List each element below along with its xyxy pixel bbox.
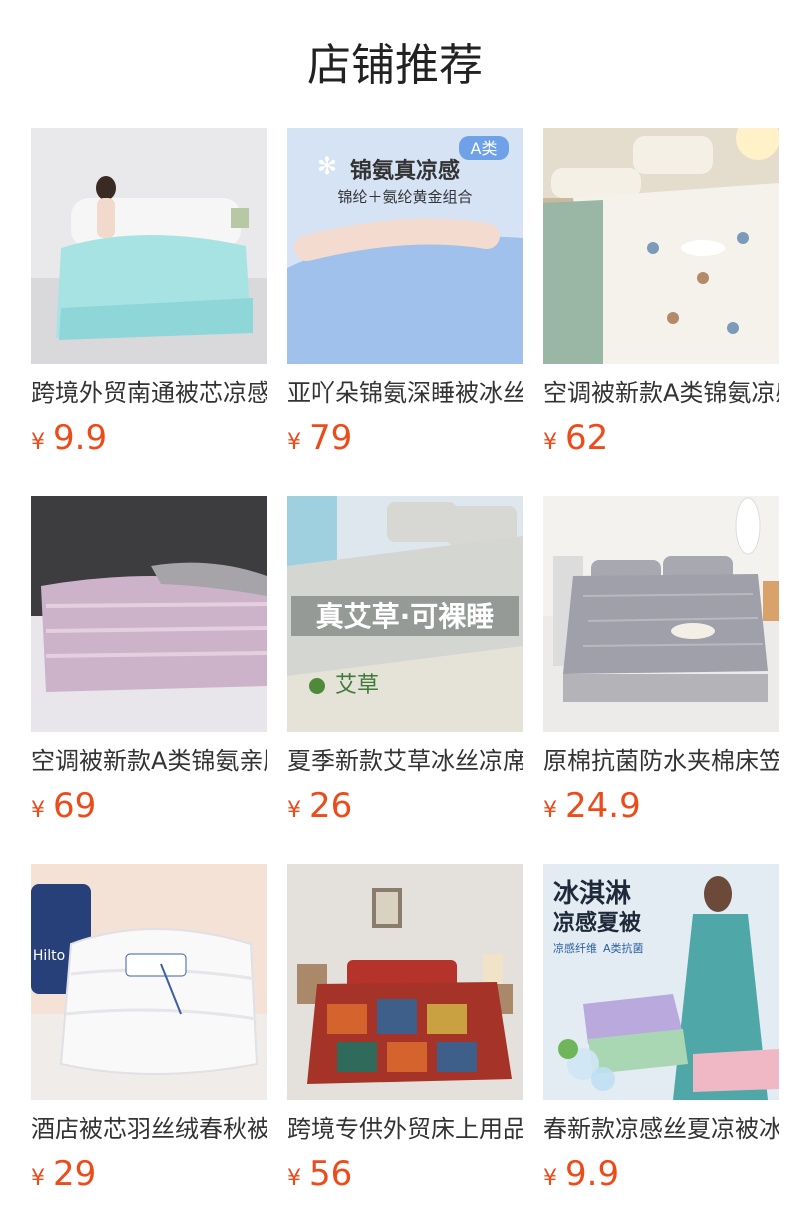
product-image[interactable]: 真艾草·可裸睡 艾草 <box>287 496 523 732</box>
product-price: ¥24.9 <box>543 782 641 830</box>
product-name[interactable]: 原棉抗菌防水夹棉床笠 <box>543 744 779 778</box>
product-price: ¥26 <box>287 782 352 830</box>
currency-symbol: ¥ <box>31 798 45 823</box>
store-recommend-page: 店铺推荐 跨境外贸南通被芯凉感 ¥9.9 A类 锦氨真凉感 锦纶＋氨纶黄金组合 … <box>0 0 790 1232</box>
product-name[interactable]: 春新款凉感丝夏凉被冰 <box>543 1112 779 1146</box>
price-amount: 9.9 <box>53 418 108 458</box>
section-title: 店铺推荐 <box>307 40 483 91</box>
product-price: ¥56 <box>287 1150 352 1198</box>
product-card[interactable]: A类 锦氨真凉感 锦纶＋氨纶黄金组合 ✻ 亚吖朵锦氨深睡被冰丝 ¥79 <box>287 128 523 468</box>
product-card[interactable]: 空调被新款A类锦氨亲肤 ¥69 <box>31 496 267 836</box>
product-card[interactable]: 冰淇淋 凉感夏被 凉感纤维 A类抗菌 春新款凉感丝夏凉被冰 ¥9.9 <box>543 864 779 1204</box>
currency-symbol: ¥ <box>543 1166 557 1191</box>
price-amount: 69 <box>53 786 97 826</box>
product-name[interactable]: 酒店被芯羽丝绒春秋被 <box>31 1112 267 1146</box>
product-price: ¥69 <box>31 782 96 830</box>
product-price: ¥9.9 <box>543 1150 619 1198</box>
product-image[interactable]: Hilto <box>31 864 267 1100</box>
product-name[interactable]: 空调被新款A类锦氨亲肤 <box>31 744 267 778</box>
currency-symbol: ¥ <box>287 1166 301 1191</box>
product-card[interactable]: 真艾草·可裸睡 艾草 夏季新款艾草冰丝凉席 ¥26 <box>287 496 523 836</box>
product-card[interactable]: 跨境外贸南通被芯凉感 ¥9.9 <box>31 128 267 468</box>
badge-text: A类 <box>471 139 498 158</box>
product-name[interactable]: 跨境外贸南通被芯凉感 <box>31 376 267 410</box>
price-amount: 9.9 <box>565 1154 620 1194</box>
svg-text:✻: ✻ <box>317 152 337 180</box>
product-image[interactable]: 冰淇淋 凉感夏被 凉感纤维 A类抗菌 <box>543 864 779 1100</box>
product-price: ¥62 <box>543 414 608 462</box>
price-amount: 24.9 <box>565 786 641 826</box>
product-name[interactable]: 夏季新款艾草冰丝凉席 <box>287 744 523 778</box>
product-card[interactable]: 跨境专供外贸床上用品 ¥56 <box>287 864 523 1204</box>
product-card[interactable]: 原棉抗菌防水夹棉床笠 ¥24.9 <box>543 496 779 836</box>
price-amount: 56 <box>309 1154 353 1194</box>
currency-symbol: ¥ <box>31 1166 45 1191</box>
product-name[interactable]: 亚吖朵锦氨深睡被冰丝 <box>287 376 523 410</box>
product-image[interactable] <box>287 864 523 1100</box>
currency-symbol: ¥ <box>543 430 557 455</box>
product-price: ¥9.9 <box>31 414 107 462</box>
price-amount: 26 <box>309 786 353 826</box>
banner-text: 真艾草·可裸睡 <box>316 600 495 633</box>
product-image[interactable] <box>31 128 267 364</box>
product-image[interactable]: A类 锦氨真凉感 锦纶＋氨纶黄金组合 ✻ <box>287 128 523 364</box>
product-price: ¥79 <box>287 414 352 462</box>
headline-2: 凉感夏被 <box>553 910 642 936</box>
product-name[interactable]: 空调被新款A类锦氨凉感 <box>543 376 779 410</box>
brand-line: 锦氨真凉感 <box>350 158 460 184</box>
currency-symbol: ¥ <box>543 798 557 823</box>
product-card[interactable]: Hilto 酒店被芯羽丝绒春秋被 ¥29 <box>31 864 267 1204</box>
sub-line: 锦纶＋氨纶黄金组合 <box>337 188 472 206</box>
currency-symbol: ¥ <box>31 430 45 455</box>
product-image[interactable] <box>543 496 779 732</box>
headline-1: 冰淇淋 <box>553 879 631 909</box>
product-name[interactable]: 跨境专供外贸床上用品 <box>287 1112 523 1146</box>
product-image[interactable] <box>31 496 267 732</box>
currency-symbol: ¥ <box>287 798 301 823</box>
product-price: ¥29 <box>31 1150 96 1198</box>
bag-label: Hilto <box>33 948 65 964</box>
tag-2: A类抗菌 <box>603 941 644 955</box>
price-amount: 79 <box>309 418 353 458</box>
logo-text: 艾草 <box>335 673 379 698</box>
product-card[interactable]: 空调被新款A类锦氨凉感 ¥62 <box>543 128 779 468</box>
currency-symbol: ¥ <box>287 430 301 455</box>
tag-1: 凉感纤维 <box>553 941 597 955</box>
price-amount: 29 <box>53 1154 97 1194</box>
price-amount: 62 <box>565 418 609 458</box>
product-image[interactable] <box>543 128 779 364</box>
